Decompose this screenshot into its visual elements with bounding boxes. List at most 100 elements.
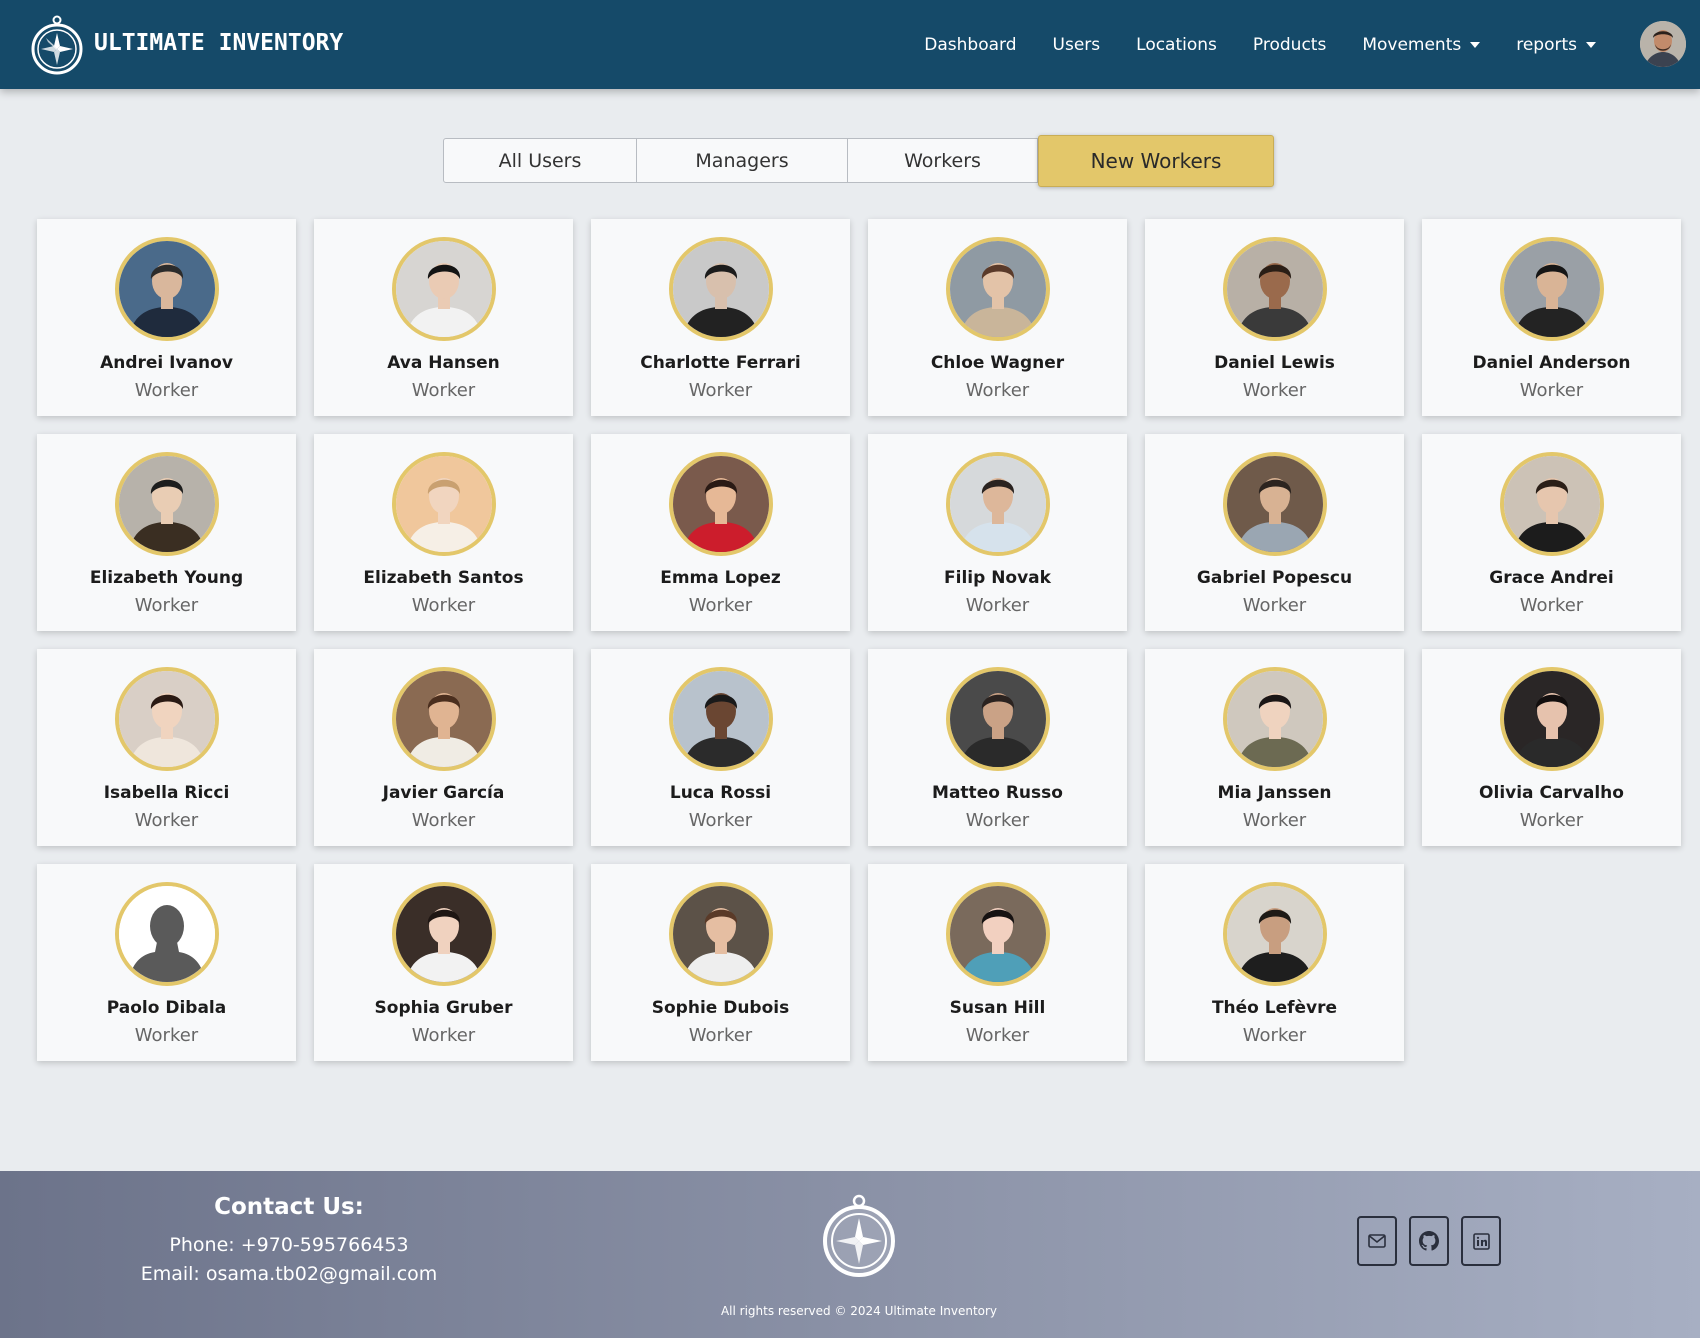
- brand[interactable]: ULTIMATE INVENTORY: [30, 14, 343, 76]
- user-role: Worker: [411, 1025, 476, 1046]
- tab-workers[interactable]: Workers: [848, 138, 1038, 183]
- user-photo: [391, 667, 496, 771]
- user-name: Daniel Lewis: [1214, 353, 1335, 373]
- nav-users[interactable]: Users: [1035, 35, 1119, 55]
- user-photo: [391, 882, 496, 986]
- user-card[interactable]: Isabella Ricci Worker: [37, 649, 296, 846]
- user-photo: [1222, 237, 1327, 341]
- user-photo: [945, 237, 1050, 341]
- social-links: [1357, 1216, 1501, 1266]
- user-photo: [114, 237, 219, 341]
- nav-reports-dropdown[interactable]: reports: [1498, 35, 1614, 55]
- user-card[interactable]: Gabriel Popescu Worker: [1145, 434, 1404, 631]
- user-name: Ava Hansen: [387, 353, 500, 373]
- user-photo: [1222, 452, 1327, 556]
- nav-products[interactable]: Products: [1235, 35, 1344, 55]
- user-photo: [1499, 452, 1604, 556]
- user-photo: [668, 667, 773, 771]
- user-name: Sophie Dubois: [651, 998, 790, 1018]
- user-card[interactable]: Charlotte Ferrari Worker: [591, 219, 850, 416]
- tab-managers[interactable]: Managers: [637, 138, 848, 183]
- nav-movements-dropdown[interactable]: Movements: [1344, 35, 1498, 55]
- user-name: Théo Lefèvre: [1211, 998, 1338, 1018]
- user-role: Worker: [1242, 810, 1307, 831]
- user-photo: [114, 882, 219, 986]
- nav-movements-label: Movements: [1362, 34, 1462, 55]
- user-card[interactable]: Sophia Gruber Worker: [314, 864, 573, 1061]
- user-name: Chloe Wagner: [930, 353, 1065, 373]
- tab-new-workers[interactable]: New Workers: [1038, 134, 1274, 187]
- user-role: Worker: [411, 810, 476, 831]
- user-card[interactable]: Daniel Anderson Worker: [1422, 219, 1681, 416]
- user-name: Matteo Russo: [932, 783, 1063, 803]
- linkedin-button[interactable]: [1461, 1216, 1501, 1266]
- user-name: Charlotte Ferrari: [640, 353, 801, 373]
- user-card[interactable]: Susan Hill Worker: [868, 864, 1127, 1061]
- user-photo: [114, 452, 219, 556]
- user-card[interactable]: Javier García Worker: [314, 649, 573, 846]
- copyright: All rights reserved © 2024 Ultimate Inve…: [720, 1304, 998, 1318]
- user-photo: [1222, 667, 1327, 771]
- nav-links: Dashboard Users Locations Products Movem…: [906, 0, 1614, 89]
- user-card[interactable]: Matteo Russo Worker: [868, 649, 1127, 846]
- user-role: Worker: [688, 380, 753, 401]
- user-name: Andrei Ivanov: [100, 353, 233, 373]
- user-card[interactable]: Daniel Lewis Worker: [1145, 219, 1404, 416]
- user-photo: [1499, 667, 1604, 771]
- user-card[interactable]: Filip Novak Worker: [868, 434, 1127, 631]
- user-photo: [945, 452, 1050, 556]
- user-role: Worker: [1242, 595, 1307, 616]
- user-photo: [945, 667, 1050, 771]
- top-navbar: ULTIMATE INVENTORY Dashboard Users Locat…: [0, 0, 1700, 89]
- contact-title: Contact Us:: [214, 1194, 364, 1220]
- user-card[interactable]: Mia Janssen Worker: [1145, 649, 1404, 846]
- nav-locations[interactable]: Locations: [1118, 35, 1235, 55]
- compass-icon: [31, 15, 83, 75]
- mail-icon: [1368, 1234, 1386, 1248]
- user-name: Javier García: [382, 783, 505, 803]
- compass-icon: [823, 1194, 895, 1277]
- user-role: Worker: [688, 810, 753, 831]
- user-card[interactable]: Chloe Wagner Worker: [868, 219, 1127, 416]
- user-card[interactable]: Elizabeth Young Worker: [37, 434, 296, 631]
- user-card[interactable]: Sophie Dubois Worker: [591, 864, 850, 1061]
- user-avatar[interactable]: [1640, 21, 1686, 67]
- user-card[interactable]: Emma Lopez Worker: [591, 434, 850, 631]
- user-role: Worker: [134, 595, 199, 616]
- user-card[interactable]: Elizabeth Santos Worker: [314, 434, 573, 631]
- user-name: Olivia Carvalho: [1479, 783, 1624, 803]
- user-name: Filip Novak: [944, 568, 1051, 588]
- user-role: Worker: [688, 1025, 753, 1046]
- user-card[interactable]: Luca Rossi Worker: [591, 649, 850, 846]
- user-card[interactable]: Grace Andrei Worker: [1422, 434, 1681, 631]
- user-card-grid: Andrei Ivanov Worker Ava Hansen Worker C…: [37, 219, 1681, 1061]
- user-role: Worker: [134, 1025, 199, 1046]
- github-button[interactable]: [1409, 1216, 1449, 1266]
- user-photo: [391, 237, 496, 341]
- user-role: Worker: [411, 380, 476, 401]
- user-name: Sophia Gruber: [374, 998, 513, 1018]
- user-card[interactable]: Andrei Ivanov Worker: [37, 219, 296, 416]
- user-role: Worker: [411, 595, 476, 616]
- tab-all-users[interactable]: All Users: [443, 138, 637, 183]
- contact-email: Email: osama.tb02@gmail.com: [140, 1263, 438, 1285]
- nav-dashboard[interactable]: Dashboard: [906, 35, 1034, 55]
- user-card[interactable]: Paolo Dibala Worker: [37, 864, 296, 1061]
- user-card[interactable]: Ava Hansen Worker: [314, 219, 573, 416]
- user-photo: [668, 882, 773, 986]
- user-photo: [668, 452, 773, 556]
- user-card[interactable]: Olivia Carvalho Worker: [1422, 649, 1681, 846]
- caret-down-icon: [1470, 41, 1481, 48]
- user-name: Emma Lopez: [660, 568, 781, 588]
- user-name: Elizabeth Santos: [363, 568, 524, 588]
- user-name: Susan Hill: [949, 998, 1046, 1018]
- user-name: Grace Andrei: [1489, 568, 1614, 588]
- linkedin-icon: [1472, 1232, 1490, 1250]
- user-role: Worker: [1242, 380, 1307, 401]
- user-photo: [391, 452, 496, 556]
- user-role: Worker: [1519, 810, 1584, 831]
- mail-button[interactable]: [1357, 1216, 1397, 1266]
- user-card[interactable]: Théo Lefèvre Worker: [1145, 864, 1404, 1061]
- user-photo: [668, 237, 773, 341]
- brand-name: ULTIMATE INVENTORY: [94, 30, 344, 56]
